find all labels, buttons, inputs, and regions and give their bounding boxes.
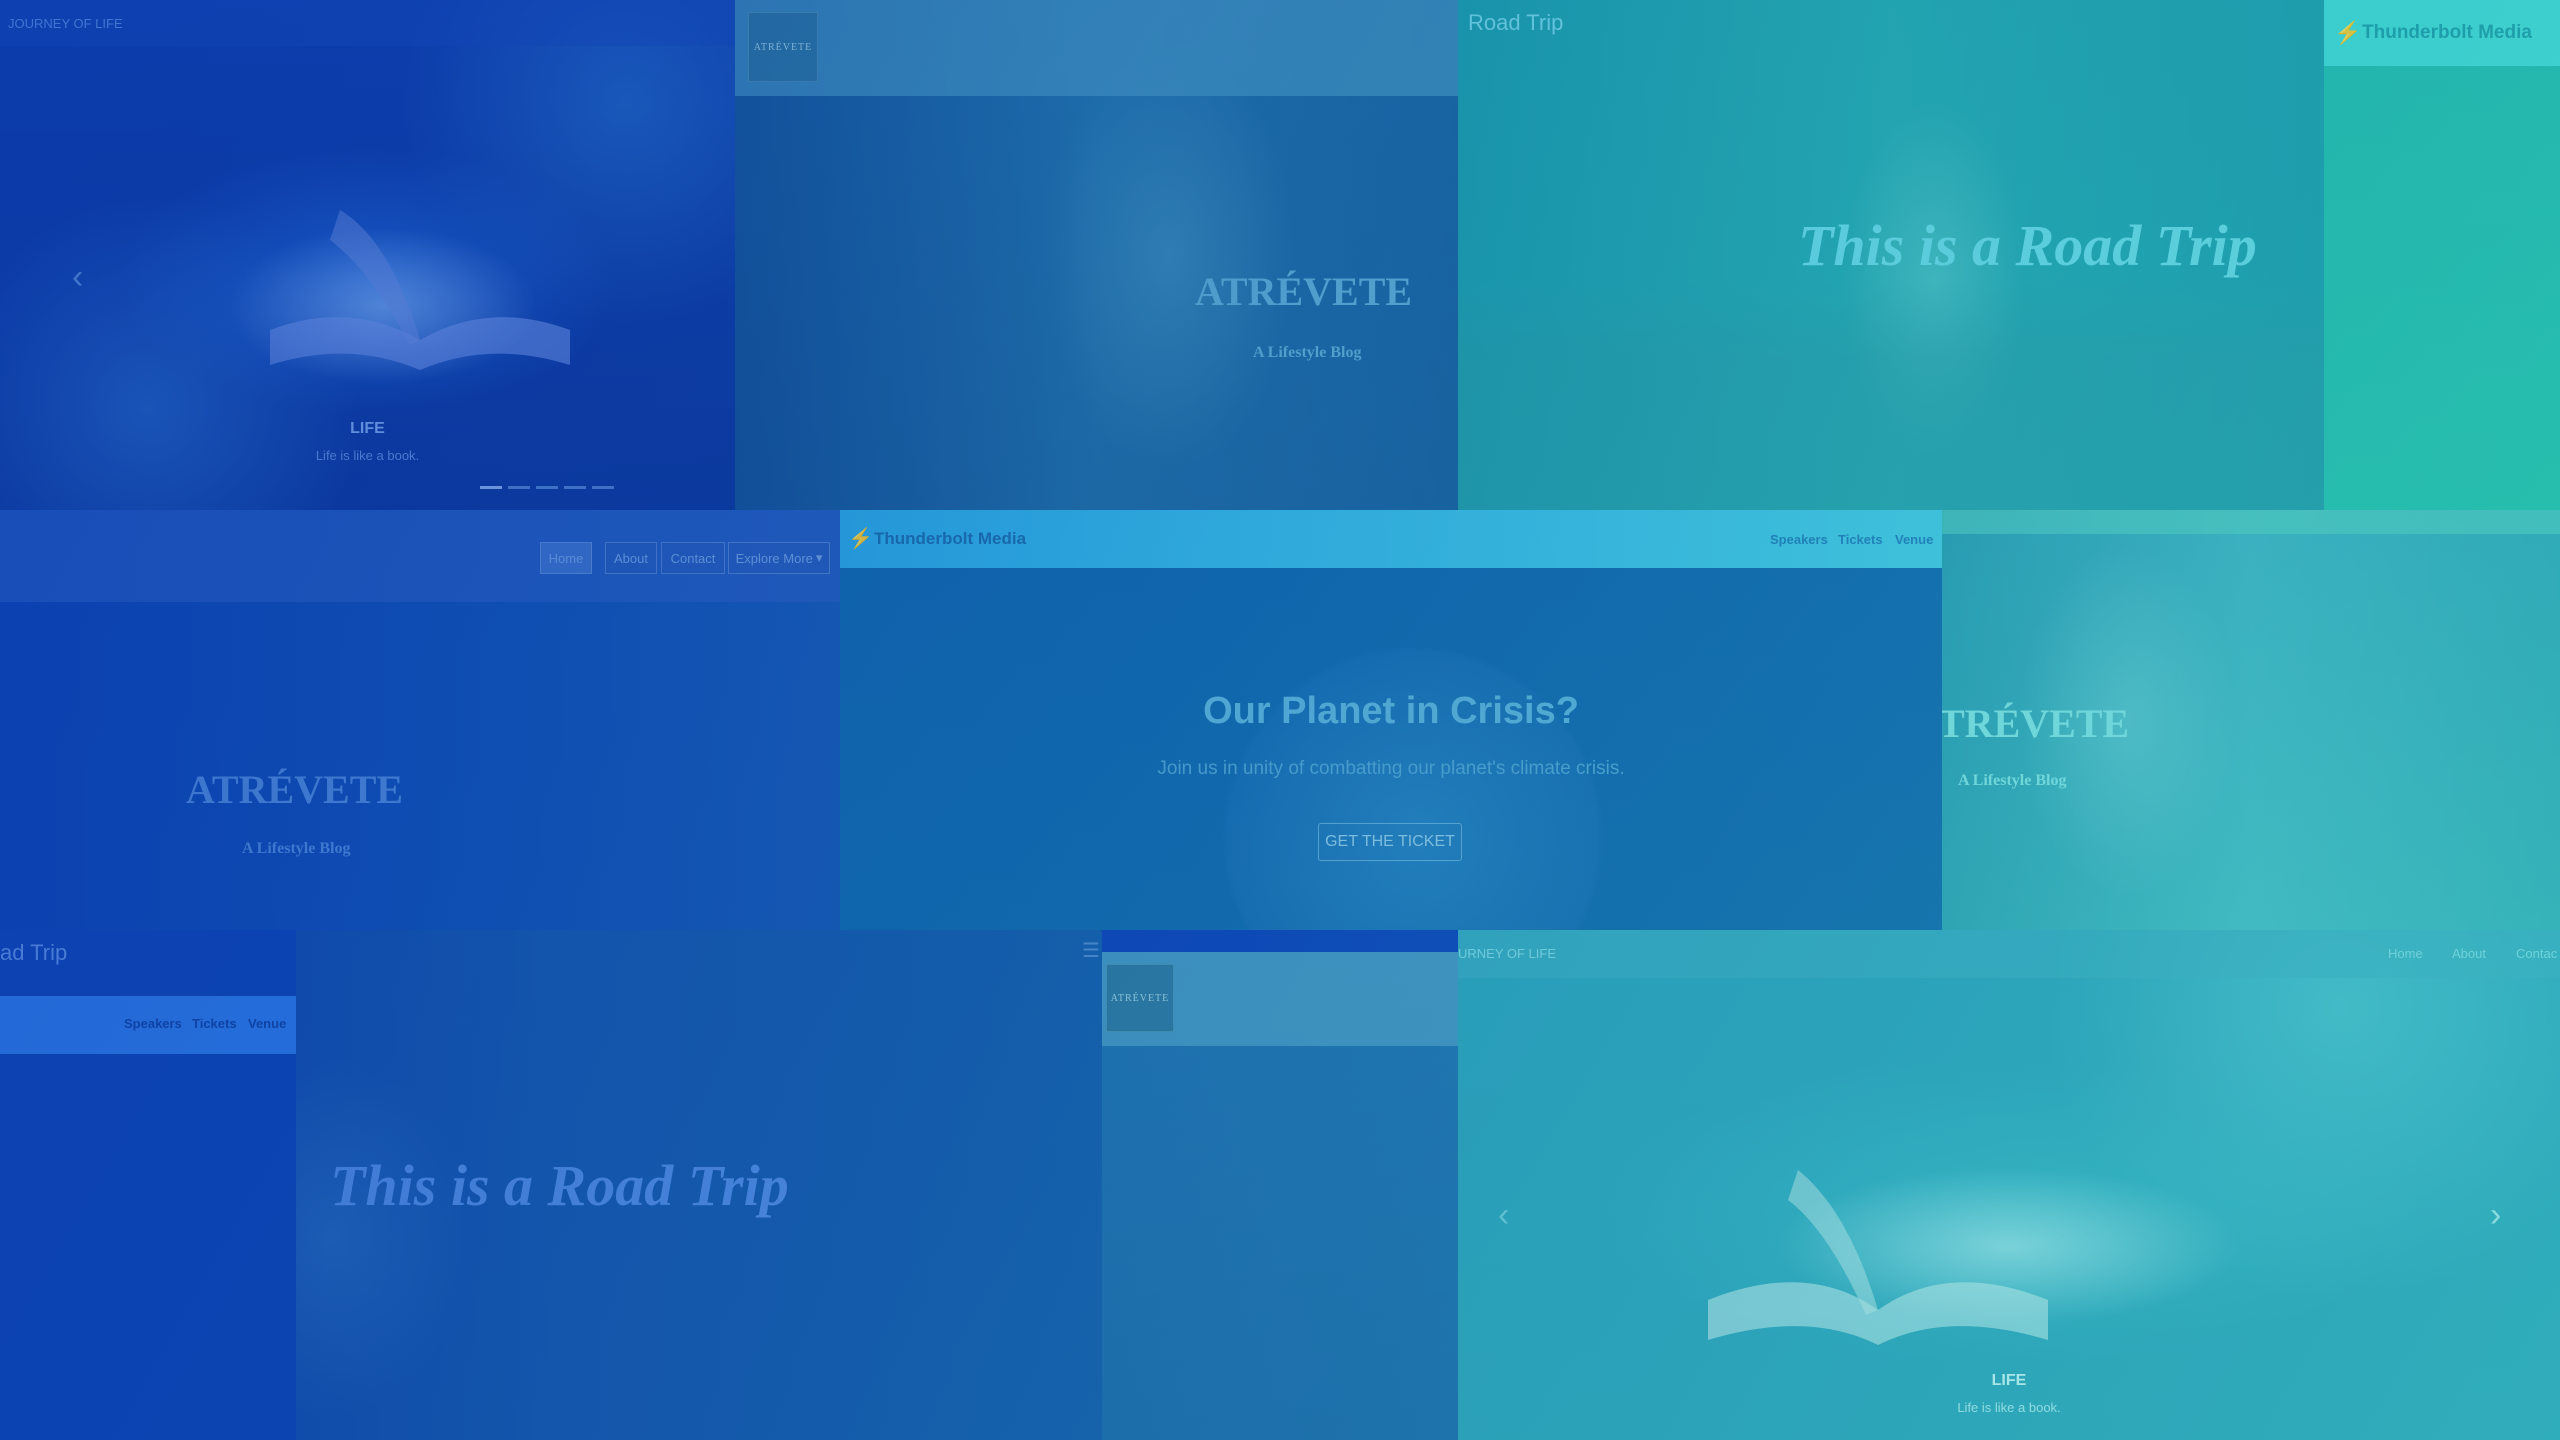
hero-headline: Our Planet in Crisis? — [1203, 690, 1579, 732]
site-logo[interactable]: ATRÉVETE — [748, 12, 818, 82]
nav-tickets[interactable]: Tickets — [192, 1016, 237, 1031]
road-trip-right-strip — [2324, 0, 2560, 510]
atrevete-tile-nav[interactable]: Home About Contact Explore More ▾ ATRÉVET… — [0, 510, 840, 930]
chevron-right-icon[interactable]: › — [2490, 1196, 2501, 1235]
logo-text: ATRÉVETE — [1110, 992, 1170, 1004]
nav-venue[interactable]: Venue — [248, 1016, 286, 1031]
hero-headline: This is a Road Trip — [330, 1153, 789, 1218]
logo-text: ATRÉVETE — [753, 41, 813, 53]
chevron-left-icon[interactable]: ‹ — [72, 258, 83, 297]
nav-about[interactable]: About — [605, 542, 657, 574]
carousel-indicator-5[interactable] — [592, 486, 614, 489]
road-trip-tile-bottom[interactable]: ad Trip ☰ Speakers Tickets Venue This is… — [0, 930, 1102, 1440]
caret-down-icon: ▾ — [815, 550, 823, 565]
nav-about[interactable]: About — [2452, 946, 2486, 961]
nav-home[interactable]: Home — [540, 542, 592, 574]
hero-subtitle: A Lifestyle Blog — [1958, 772, 2067, 789]
nav-explore-more[interactable]: Explore More ▾ — [728, 542, 830, 574]
hero-title: ATRÉVETE — [1195, 269, 1413, 314]
slide-caption: Life is like a book. — [1957, 1400, 2061, 1415]
hero-subhead: Join us in unity of combatting our plane… — [1157, 758, 1625, 779]
site-logo[interactable]: ATRÉVETE — [1106, 964, 1174, 1032]
nav-contact[interactable]: Contac — [2516, 946, 2557, 961]
nav-tickets[interactable]: Tickets — [1838, 532, 1883, 547]
brand-name: Thunderbolt Media — [2362, 22, 2532, 43]
brand-title[interactable]: Road Trip — [1468, 10, 1563, 36]
road-trip-tile-top[interactable]: Road Trip This is a Road Trip — [1458, 0, 2324, 510]
slide-caption: Life is like a book. — [315, 448, 420, 463]
get-ticket-button[interactable]: GET THE TICKET — [1318, 823, 1462, 861]
thunderbolt-badge[interactable]: ⚡ Thunderbolt Media — [2324, 0, 2560, 66]
nav-home[interactable]: Home — [2388, 946, 2423, 961]
carousel-indicator-2[interactable] — [508, 486, 530, 489]
nav-explore-more-label: Explore More — [735, 550, 813, 566]
get-ticket-label: GET THE TICKET — [1325, 833, 1455, 850]
lightning-bolt-icon: ⚡ — [848, 528, 873, 550]
hamburger-menu-icon[interactable]: ☰ — [1082, 938, 1100, 963]
hero-title: TRÉVETE — [1942, 701, 2130, 746]
atrevete-tile-right[interactable]: TRÉVETE A Lifestyle Blog — [1942, 510, 2560, 930]
carousel-indicator-4[interactable] — [564, 486, 586, 489]
open-book-image — [270, 210, 570, 370]
atrevete-tile-bottom[interactable]: ATRÉVETE — [1102, 952, 1458, 1440]
brand-title[interactable]: ad Trip — [0, 940, 67, 966]
hero-headline: This is a Road Trip — [1798, 213, 2257, 278]
nav-venue[interactable]: Venue — [1895, 532, 1933, 547]
brand-name[interactable]: Thunderbolt Media — [874, 529, 1026, 549]
carousel-indicator-1[interactable] — [480, 486, 502, 489]
brand-title[interactable]: URNEY OF LIFE — [1458, 946, 1556, 961]
nav-speakers[interactable]: Speakers — [1770, 532, 1828, 547]
nav-contact-label: Contact — [670, 550, 716, 566]
journey-of-life-tile-top[interactable]: JOURNEY OF LIFE ‹ LIFE Life is like a bo… — [0, 0, 735, 510]
thunderbolt-tile-center[interactable]: ⚡ Thunderbolt Media Speakers Tickets Ven… — [840, 510, 1942, 930]
nav-about-label: About — [614, 550, 648, 566]
slide-title: LIFE — [350, 420, 385, 437]
chevron-left-icon[interactable]: ‹ — [1498, 1196, 1509, 1235]
journey-of-life-tile-bottom[interactable]: URNEY OF LIFE Home About Contac ‹ › LIFE… — [1458, 930, 2560, 1440]
lightning-bolt-icon: ⚡ — [2334, 20, 2362, 45]
nav-speakers[interactable]: Speakers — [124, 1016, 182, 1031]
nav-contact[interactable]: Contact — [661, 542, 725, 574]
atrevete-tile-top[interactable]: ATRÉVETE ATRÉVETE A Lifestyle Blog — [735, 0, 1458, 510]
hero-subtitle: A Lifestyle Blog — [242, 840, 351, 857]
brand-title[interactable]: JOURNEY OF LIFE — [8, 16, 123, 31]
slide-title: LIFE — [1991, 1372, 2027, 1389]
hero-subtitle: A Lifestyle Blog — [1253, 344, 1362, 361]
hero-title: ATRÉVETE — [186, 767, 404, 812]
open-book-image — [1708, 1170, 2048, 1345]
nav-home-label: Home — [548, 550, 584, 566]
carousel-indicator-3[interactable] — [536, 486, 558, 489]
